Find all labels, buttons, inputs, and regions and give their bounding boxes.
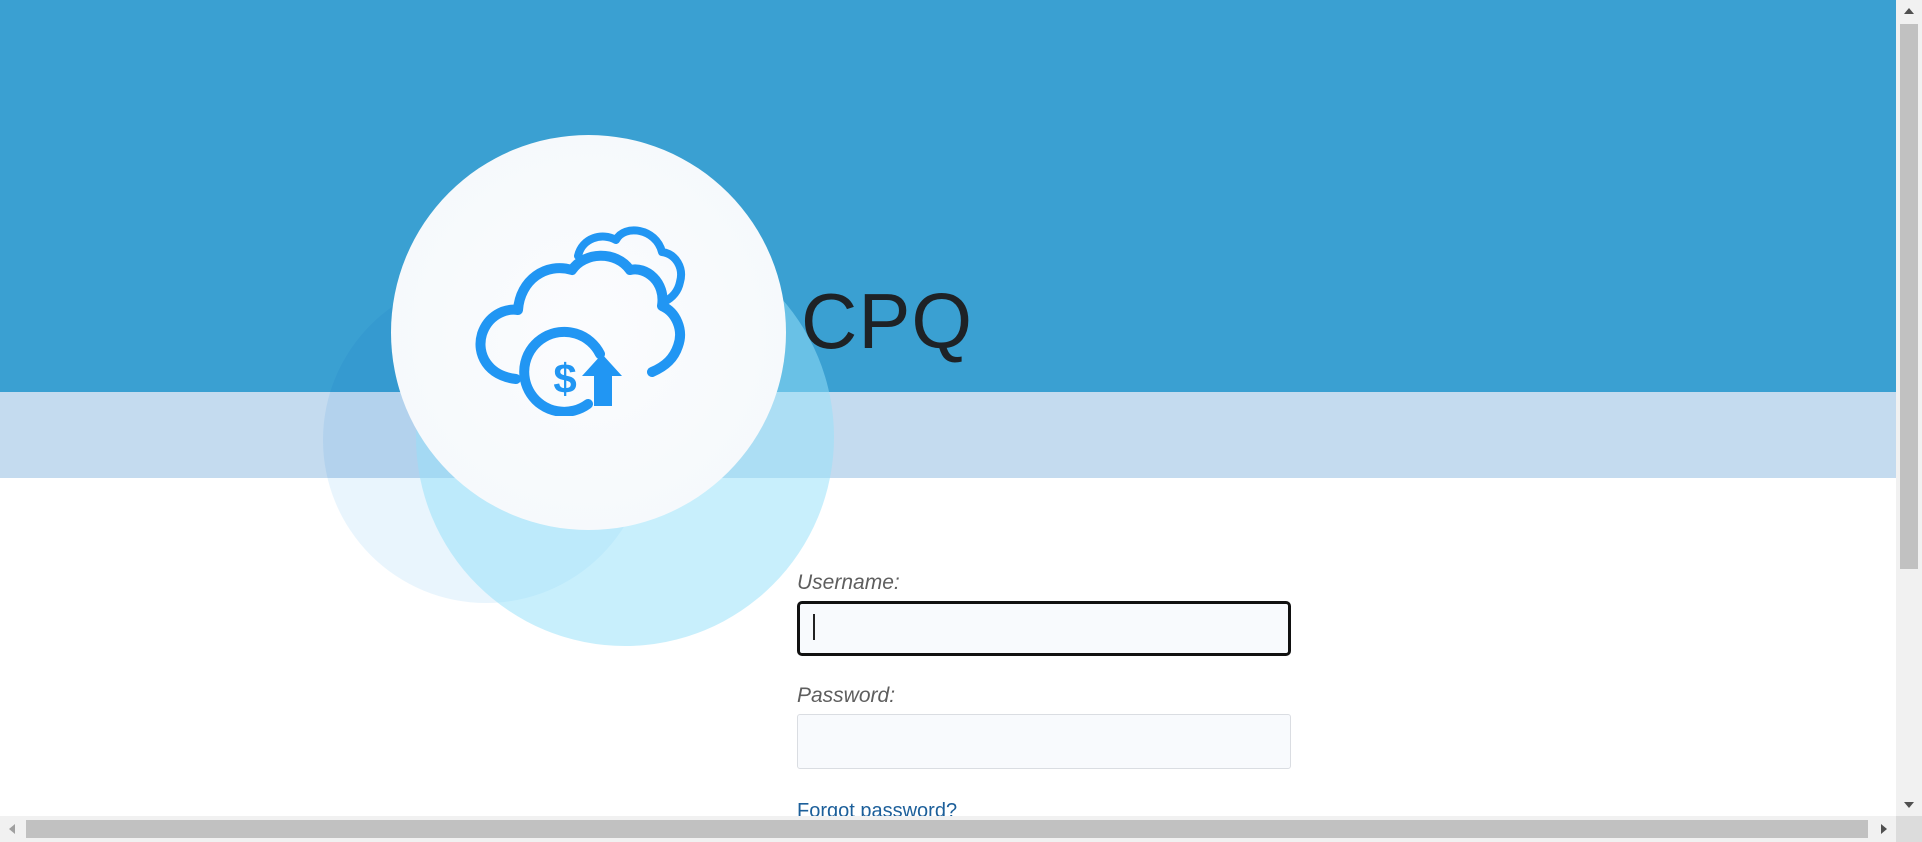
svg-text:$: $: [553, 355, 576, 402]
app-title: CPQ: [801, 277, 974, 365]
login-form: Username: Password: Forgot password?: [797, 568, 1291, 816]
username-label: Username:: [797, 571, 900, 594]
password-label: Password:: [797, 684, 896, 707]
password-input[interactable]: [797, 714, 1291, 769]
scroll-down-arrow-icon[interactable]: [1896, 794, 1922, 816]
header-sub-band: [0, 392, 1896, 478]
page-viewport: $ CPQ Username: Password: Forgot passwor…: [0, 0, 1896, 816]
scroll-right-arrow-icon[interactable]: [1872, 816, 1896, 842]
scroll-left-arrow-icon[interactable]: [0, 816, 24, 842]
vertical-scroll-thumb[interactable]: [1900, 24, 1918, 569]
horizontal-scrollbar[interactable]: [0, 816, 1896, 842]
scrollbar-corner: [1896, 816, 1922, 842]
horizontal-scroll-thumb[interactable]: [26, 820, 1868, 838]
username-field-wrap: [797, 601, 1291, 656]
scroll-up-arrow-icon[interactable]: [1896, 0, 1922, 22]
vertical-scrollbar[interactable]: [1896, 0, 1922, 816]
app-logo: $: [391, 135, 786, 530]
forgot-password-link[interactable]: Forgot password?: [797, 800, 957, 816]
username-input[interactable]: [797, 601, 1291, 656]
cloud-dollar-upload-icon: $: [475, 226, 685, 416]
text-caret: [813, 614, 815, 640]
